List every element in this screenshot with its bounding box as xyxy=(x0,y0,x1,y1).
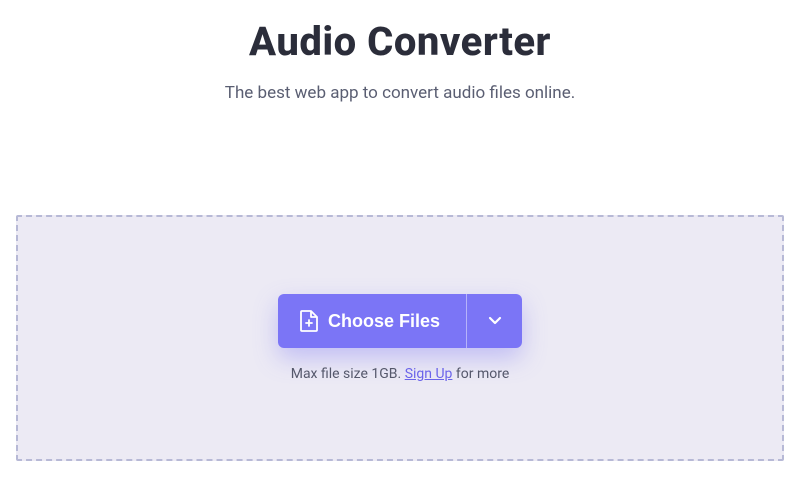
page-title: Audio Converter xyxy=(16,18,784,65)
hint-prefix: Max file size 1GB. xyxy=(291,366,405,382)
choose-files-label: Choose Files xyxy=(328,312,440,330)
choose-files-dropdown-button[interactable] xyxy=(466,294,522,348)
page-subtitle: The best web app to convert audio files … xyxy=(16,83,784,103)
file-size-hint: Max file size 1GB. Sign Up for more xyxy=(291,366,510,382)
file-dropzone[interactable]: Choose Files Max file size 1GB. Sign Up … xyxy=(16,215,784,461)
file-add-icon xyxy=(300,310,318,332)
chevron-down-icon xyxy=(487,312,503,331)
choose-files-button[interactable]: Choose Files xyxy=(278,294,466,348)
hint-suffix: for more xyxy=(452,366,509,382)
signup-link[interactable]: Sign Up xyxy=(405,366,453,382)
choose-files-group: Choose Files xyxy=(278,294,522,348)
